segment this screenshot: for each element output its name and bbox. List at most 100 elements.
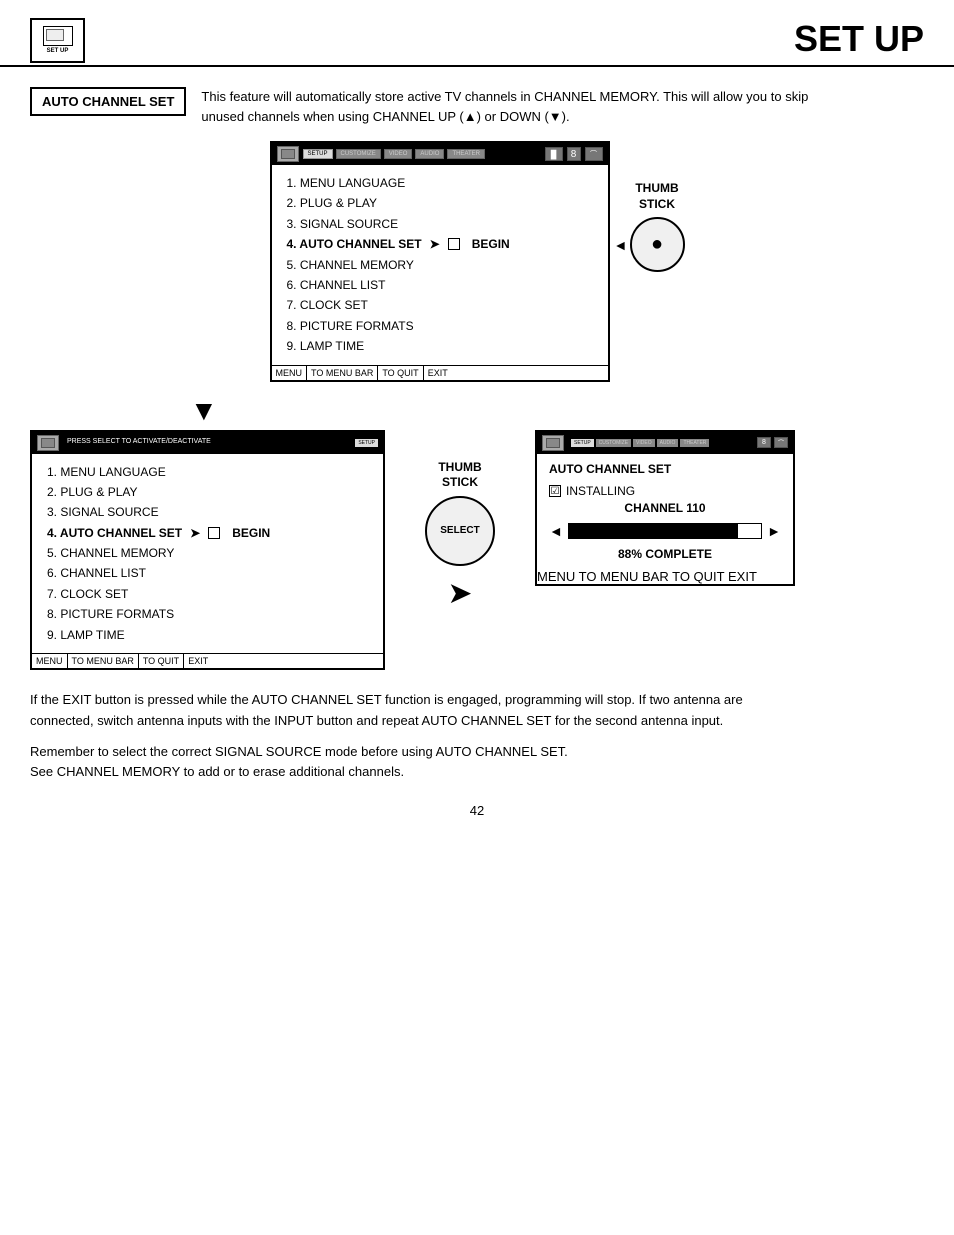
bl-menu-item-5: 5. CHANNEL MEMORY — [47, 543, 368, 563]
page-title: SET UP — [794, 18, 924, 65]
rs-icon-2: ⌒ — [774, 437, 788, 448]
bl-arrow-icon: ➤ — [190, 523, 200, 543]
bottom-right-screen-area: SETUP CUSTOMIZE VIDEO AUDIO THEATER 8 ⌒ … — [535, 430, 924, 586]
body-paragraph-1: If the EXIT button is pressed while the … — [30, 690, 924, 732]
bl-menu-item-7: 7. CLOCK SET — [47, 584, 368, 604]
bl-menu-item-1: 1. MENU LANGUAGE — [47, 462, 368, 482]
feature-desc-line1: This feature will automatically store ac… — [201, 87, 808, 107]
rs-bottom-to-menu-bar: TO MENU BAR — [579, 569, 669, 584]
bottom-menu: MENU — [272, 366, 308, 380]
press-select-text: PRESS SELECT TO ACTIVATE/DEACTIVATE — [67, 438, 211, 446]
progress-bar-container: ◄ ► — [549, 523, 781, 539]
bl-menu-item-8: 8. PICTURE FORMATS — [47, 604, 368, 624]
bottom-to-menu-bar: TO MENU BAR — [307, 366, 378, 380]
bl-menu-item-4: 4. AUTO CHANNEL SET ➤ BEGIN — [47, 523, 368, 543]
bar-icon-3: ⌒ — [585, 147, 603, 161]
rs-tab-video: VIDEO — [633, 439, 655, 447]
main-content: AUTO CHANNEL SET This feature will autom… — [0, 77, 954, 828]
bar-icon-2: 8 — [567, 147, 581, 161]
progress-left-arrow: ◄ — [549, 523, 563, 539]
bottom-left-screen: PRESS SELECT TO ACTIVATE/DEACTIVATE SETU… — [30, 430, 385, 671]
icon-label: SET UP — [43, 48, 73, 55]
feature-label-row: AUTO CHANNEL SET This feature will autom… — [30, 87, 924, 126]
top-tv-screen: SETUP CUSTOMIZE VIDEO AUDIO THEATER ▐▌ 8… — [270, 141, 610, 382]
feature-description: This feature will automatically store ac… — [201, 87, 808, 126]
bl-begin-label: BEGIN — [232, 523, 270, 543]
bottom-exit: EXIT — [424, 366, 452, 380]
rs-extra-icons: 8 ⌒ — [757, 437, 788, 448]
menu-item-6: 6. CHANNEL LIST — [287, 275, 593, 295]
bl-screen-icon — [37, 435, 59, 451]
top-thumb-stick: ● — [630, 217, 685, 272]
menu-item-3: 3. SIGNAL SOURCE — [287, 214, 593, 234]
bottom-row: PRESS SELECT TO ACTIVATE/DEACTIVATE SETU… — [30, 430, 924, 671]
top-screen-bottom-bar: MENU TO MENU BAR TO QUIT EXIT — [272, 365, 608, 380]
rs-tab-theater: THEATER — [680, 439, 709, 447]
arrow-right-icon: ➤ — [447, 576, 472, 611]
body-para2-line2: See CHANNEL MEMORY to add or to erase ad… — [30, 762, 924, 783]
begin-label: BEGIN — [472, 234, 510, 254]
rs-bottom-bar: MENU TO MENU BAR TO QUIT EXIT — [537, 569, 793, 584]
menu-item-2: 2. PLUG & PLAY — [287, 193, 593, 213]
bl-tabs: SETUP — [355, 439, 378, 447]
checked-box-icon: ☑ — [549, 485, 561, 497]
menu-item-7: 7. CLOCK SET — [287, 295, 593, 315]
bl-checkbox-icon — [208, 527, 220, 539]
progress-right-arrow: ► — [767, 523, 781, 539]
body-para2-line1: Remember to select the correct SIGNAL SO… — [30, 742, 924, 763]
arrow-down-section: ▼ — [30, 397, 924, 425]
bl-bottom-menu: MENU — [32, 654, 68, 668]
rs-icon-1: 8 — [757, 437, 771, 448]
progress-bar-fill — [569, 524, 738, 538]
bottom-to-quit: TO QUIT — [378, 366, 423, 380]
bl-menu-body: 1. MENU LANGUAGE 2. PLUG & PLAY 3. SIGNA… — [32, 454, 383, 654]
bl-menu-item-2: 2. PLUG & PLAY — [47, 482, 368, 502]
rs-bottom-menu: MENU — [537, 569, 575, 584]
tab-video: VIDEO — [384, 149, 413, 159]
bottom-left-tv-screen: PRESS SELECT TO ACTIVATE/DEACTIVATE SETU… — [30, 430, 385, 671]
top-bar-extra-icons: ▐▌ 8 ⌒ — [545, 147, 603, 161]
top-thumb-stick-area: THUMBSTICK ● — [630, 141, 685, 277]
bottom-left-menubar: PRESS SELECT TO ACTIVATE/DEACTIVATE SETU… — [32, 432, 383, 454]
rs-tabs: SETUP CUSTOMIZE VIDEO AUDIO THEATER — [571, 439, 709, 447]
bl-menu-item-3: 3. SIGNAL SOURCE — [47, 502, 368, 522]
installing-row: ☑ INSTALLING — [549, 484, 781, 498]
page-header: SET UP SET UP — [0, 0, 954, 67]
channel-label: CHANNEL 110 — [549, 501, 781, 515]
checkbox-icon — [448, 238, 460, 250]
rs-bottom-to-quit: TO QUIT — [672, 569, 724, 584]
header-icon: SET UP — [30, 18, 85, 63]
screen-icon — [277, 146, 299, 162]
rs-tab-customize: CUSTOMIZE — [596, 439, 631, 447]
body-para1-line2: connected, switch antenna inputs with th… — [30, 711, 924, 732]
right-screen-title: AUTO CHANNEL SET — [549, 462, 781, 476]
body-paragraph-2: Remember to select the correct SIGNAL SO… — [30, 742, 924, 784]
page-number: 42 — [30, 803, 924, 818]
bl-menu-item-9: 9. LAMP TIME — [47, 625, 368, 645]
menu-item-8: 8. PICTURE FORMATS — [287, 316, 593, 336]
body-para1-line1: If the EXIT button is pressed while the … — [30, 690, 924, 711]
bl-menu-item-6: 6. CHANNEL LIST — [47, 563, 368, 583]
progress-bar — [568, 523, 762, 539]
select-label: SELECT — [440, 525, 479, 536]
bar-icon-1: ▐▌ — [545, 147, 563, 161]
bottom-thumb-stick-label: THUMBSTICK — [438, 460, 481, 491]
menu-item-9: 9. LAMP TIME — [287, 336, 593, 356]
menu-item-4: 4. AUTO CHANNEL SET ➤ BEGIN — [287, 234, 593, 254]
top-tabs: SETUP CUSTOMIZE VIDEO AUDIO THEATER — [303, 149, 486, 159]
feature-desc-line2: unused channels when using CHANNEL UP (▲… — [201, 107, 808, 127]
top-diagram: SETUP CUSTOMIZE VIDEO AUDIO THEATER ▐▌ 8… — [30, 141, 924, 382]
rs-tab-setup: SETUP — [571, 439, 594, 447]
complete-text: 88% COMPLETE — [549, 547, 781, 561]
menu-item-1: 1. MENU LANGUAGE — [287, 173, 593, 193]
bl-bottom-exit: EXIT — [184, 654, 212, 668]
tab-audio: AUDIO — [415, 149, 444, 159]
tab-theater: THEATER — [447, 149, 485, 159]
tab-customize: CUSTOMIZE — [336, 149, 381, 159]
arrow-down-icon: ▼ — [190, 397, 218, 425]
bl-bottom-to-menu-bar: TO MENU BAR — [68, 654, 139, 668]
rs-icon — [542, 435, 564, 451]
menu-item-5: 5. CHANNEL MEMORY — [287, 255, 593, 275]
right-tv-screen: SETUP CUSTOMIZE VIDEO AUDIO THEATER 8 ⌒ … — [535, 430, 795, 586]
bl-bottom-to-quit: TO QUIT — [139, 654, 184, 668]
